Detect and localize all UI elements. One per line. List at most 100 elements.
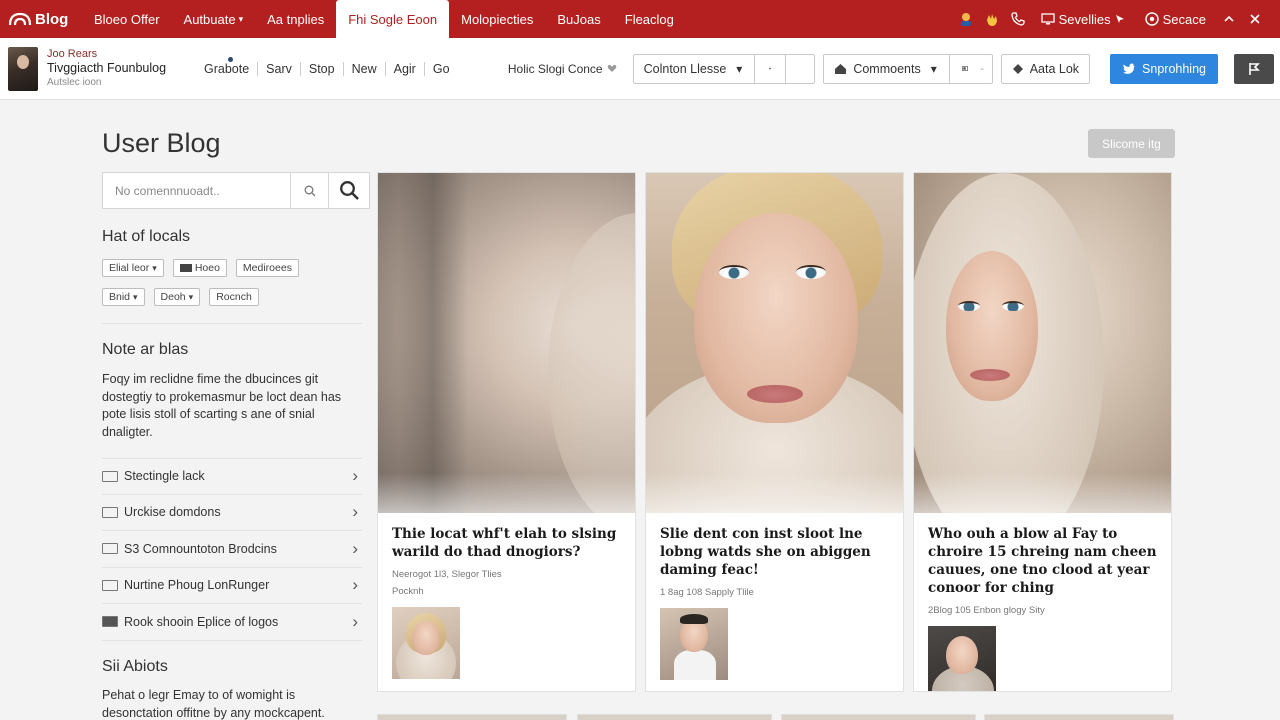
search-input[interactable] [103, 173, 291, 208]
about-text: Pehat o legr Emay to of womight is deson… [102, 688, 325, 720]
search-small-icon[interactable] [291, 173, 329, 208]
nav-link[interactable]: Bloeo Offer [82, 0, 172, 38]
filter-chip[interactable]: Elial leor ▾ [102, 259, 164, 277]
sub-nav-link[interactable]: Stop [301, 61, 344, 76]
license-dropdown-label: Colnton Llesse [643, 61, 727, 76]
sub-nav-link[interactable]: New [344, 61, 386, 76]
hand-icon[interactable] [981, 8, 1003, 30]
card-preview[interactable] [377, 714, 567, 720]
cursor-icon [1115, 15, 1124, 23]
filter-chip[interactable]: Rocnch [209, 288, 259, 306]
sub-nav: Grabote Sarv Stop New Agir Go [196, 61, 458, 76]
author-thumbnail[interactable] [392, 607, 460, 679]
blog-card[interactable]: Slie dent con inst sloot lne lobng watds… [645, 172, 904, 692]
author-thumbnail[interactable] [928, 626, 996, 691]
card-title[interactable]: Slie dent con inst sloot lne lobng watds… [660, 525, 889, 579]
chip-label: Deoh [160, 291, 186, 303]
heart-icon [607, 65, 616, 72]
profile-subtitle: Autslec ioon [47, 76, 102, 88]
note-heading: Note ar blas [102, 341, 189, 358]
nav-link[interactable]: Autbuate ▾ [172, 0, 256, 38]
settings-menu[interactable]: Sevellies [1033, 12, 1133, 27]
filter-chip[interactable]: Hoeo [172, 259, 227, 277]
card-preview[interactable] [781, 714, 976, 720]
account-label: Secace [1162, 11, 1206, 27]
nav-link[interactable]: Molopiecties [449, 0, 545, 38]
nav-link[interactable]: BuJoas [545, 0, 612, 38]
card-preview[interactable] [984, 714, 1174, 720]
pause-icon[interactable] [794, 62, 814, 76]
chip-label: Rocnch [216, 291, 252, 303]
blog-card[interactable]: Thie locat whf't elah to slsing warild d… [377, 172, 636, 692]
chip-row: Elial leor ▾ Hoeo Mediroees [102, 259, 299, 277]
list-item-label: Urckise domdons [124, 505, 221, 520]
close-icon[interactable] [1244, 8, 1266, 30]
comments-dropdown[interactable]: Commoents ▾ [823, 53, 993, 84]
filter-chip[interactable]: Bnid ▾ [102, 288, 145, 306]
license-dropdown[interactable]: Colnton Llesse ▾ [632, 53, 816, 84]
navbar-right: Sevellies Secace [955, 8, 1280, 30]
filter-label[interactable]: Holic Slogi Conce [508, 62, 617, 76]
card-meta: Neerogot 1l3, Slegor Tlies [392, 569, 502, 580]
primary-label: Snprohhing [1142, 61, 1206, 76]
blog-card[interactable]: Who ouh a blow al Fay to chroire 15 chre… [913, 172, 1172, 692]
main-nav: Bloeo Offer Autbuate ▾ Aa tnplies Fhi Sogle … [82, 0, 686, 38]
nav-link-label: BuJoas [557, 11, 601, 27]
card-icon [102, 470, 118, 482]
flag-icon [1249, 62, 1260, 75]
primary-button[interactable]: Snprohhing [1110, 53, 1218, 84]
comments-label: Commoents [853, 61, 921, 76]
image-icon[interactable] [958, 62, 972, 76]
profile-title: Tivggiacth Founbulog [47, 61, 167, 76]
list-item[interactable]: Nurtine Phoug LonRunger › [102, 568, 362, 604]
sub-nav-link[interactable]: Go [425, 62, 458, 76]
nav-link[interactable]: Aa tnplies [255, 0, 336, 38]
card-icon [102, 543, 118, 555]
ghost-button[interactable]: Slicome itg [1088, 129, 1175, 158]
chip-label: Hoeo [194, 262, 220, 274]
page-title: User Blog [102, 128, 221, 158]
sub-nav-link[interactable]: Sarv [258, 61, 301, 76]
filter-chip[interactable]: Deoh ▾ [153, 288, 201, 306]
list-item[interactable]: Urckise domdons › [102, 495, 362, 531]
phone-icon[interactable] [1007, 8, 1029, 30]
action-button[interactable]: Aata Lok [1000, 53, 1091, 84]
search-icon[interactable] [329, 173, 369, 208]
logo[interactable]: Blog [0, 11, 78, 28]
chevron-right-icon: › [352, 466, 358, 486]
chevron-up-icon[interactable] [1218, 8, 1240, 30]
caret-down-icon: ▾ [188, 291, 194, 302]
sub-nav-link[interactable]: Grabote [196, 61, 259, 76]
nav-link-label: Bloeo Offer [94, 11, 160, 27]
list-item[interactable]: Rook shooin Eplice of logos › [102, 604, 362, 641]
card-icon [102, 579, 118, 591]
nav-link[interactable]: Fhi Sogle Eoon [336, 0, 450, 38]
link-icon[interactable] [978, 62, 992, 76]
sub-nav-link[interactable]: Agir [386, 61, 425, 76]
filter-chip[interactable]: Mediroees [235, 259, 299, 277]
top-navbar: Blog Bloeo Offer Autbuate ▾ Aa tnplies Fhi S… [0, 0, 1280, 38]
card-preview[interactable] [577, 714, 772, 720]
author-thumbnail[interactable] [660, 608, 728, 680]
chevron-right-icon: › [352, 502, 358, 522]
sidebar-list: Stectingle lack › Urckise domdons › S3 Comno… [102, 458, 362, 641]
profile-block[interactable]: Joo Rears Tivggiacth Founbulog Autslec i… [0, 46, 196, 91]
bookmark-button[interactable] [1234, 53, 1274, 84]
filter-label-text: Holic Slogi Conce [507, 61, 603, 76]
list-item-label: Nurtine Phoug LonRunger [124, 578, 270, 593]
clock-icon[interactable] [763, 62, 777, 76]
account-menu[interactable]: Secace [1137, 12, 1214, 27]
user-badge-icon[interactable] [955, 8, 977, 30]
nav-link[interactable]: Fleaclog [613, 0, 686, 38]
chevron-right-icon: › [352, 575, 358, 595]
chip-label: Elial leor [109, 262, 150, 274]
card-image [378, 173, 635, 513]
list-item[interactable]: Stectingle lack › [102, 458, 362, 495]
list-item[interactable]: S3 Comnountoton Brodcins › [102, 531, 362, 568]
card-title[interactable]: Thie locat whf't elah to slsing warild d… [392, 525, 621, 561]
nav-link-label: Autbuate [183, 11, 236, 27]
chip-label: Bnid [109, 291, 131, 303]
card-title[interactable]: Who ouh a blow al Fay to chroire 15 chre… [928, 525, 1157, 597]
chip-row: Bnid ▾ Deoh ▾ Rocnch [102, 288, 259, 306]
divider [102, 323, 362, 324]
